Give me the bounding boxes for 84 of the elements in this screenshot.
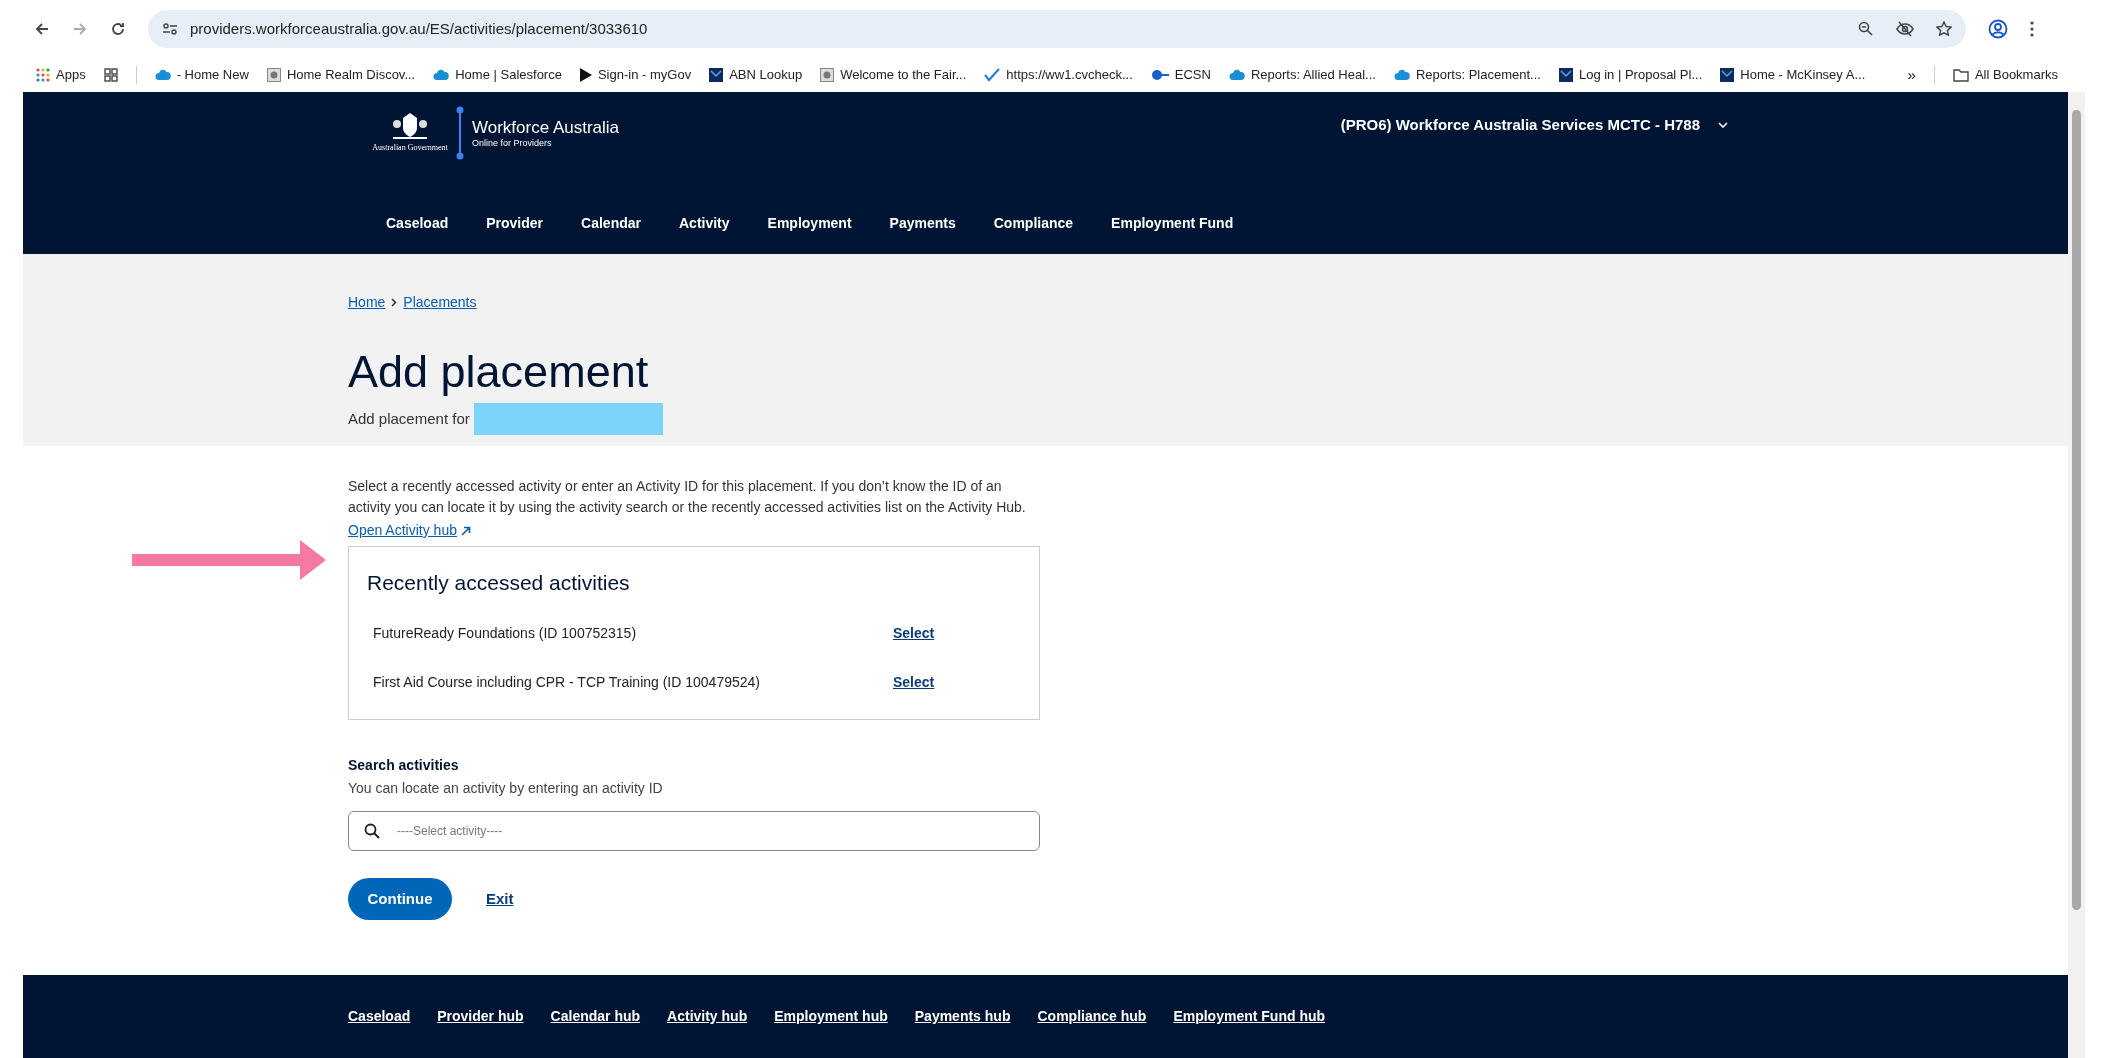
- bookmark[interactable]: https://ww1.cvcheck...: [984, 65, 1133, 85]
- cloud-icon: [154, 69, 171, 81]
- dot-icon: [1150, 69, 1169, 81]
- bookmark[interactable]: Reports: Allied Heal...: [1228, 65, 1376, 85]
- cloud-icon: [433, 69, 450, 81]
- bookmark[interactable]: Reports: Placement...: [1393, 65, 1541, 85]
- footer-link[interactable]: Employment hub: [774, 1006, 888, 1027]
- bookmark[interactable]: Welcome to the Fair...: [820, 65, 967, 85]
- footer-link[interactable]: Activity hub: [667, 1006, 748, 1027]
- bookmark[interactable]: Log in | Proposal Pl...: [1558, 65, 1703, 85]
- play-icon: [579, 68, 592, 82]
- site-settings-icon[interactable]: [162, 22, 178, 36]
- bookmarks-overflow-button[interactable]: »: [1907, 63, 1916, 87]
- folder-icon: [1952, 68, 1969, 82]
- back-icon[interactable]: [34, 21, 50, 37]
- cloud-icon: [1228, 69, 1245, 81]
- breadcrumb-link[interactable]: Placements: [403, 292, 477, 313]
- chevron-down-icon: [1718, 122, 1728, 129]
- intro-paragraph: Select a recently accessed activity or enter an Activity ID for this placement. If you don’t know the ID of an activity you can locate it by using the activity search or the recently accessed activities list on the Activity Hub.: [348, 477, 1027, 517]
- search-icon: [364, 823, 380, 839]
- all-bookmarks-link[interactable]: All Bookmarks: [1952, 65, 2058, 85]
- activity-hub-link[interactable]: Open Activity hub: [348, 520, 471, 541]
- bookmark[interactable]: Home | Salesforce: [433, 65, 562, 85]
- tile-icon: [709, 68, 724, 82]
- nav-link[interactable]: Caseload: [368, 212, 467, 234]
- apps-grid-icon: [36, 68, 50, 82]
- tab-groups-icon[interactable]: [103, 68, 118, 82]
- nav-link[interactable]: Payments: [871, 212, 974, 234]
- check-icon: [984, 68, 1001, 82]
- scrollbar[interactable]: [2068, 92, 2085, 1058]
- continue-button[interactable]: Continue: [348, 878, 452, 920]
- divider-line-icon: [456, 106, 464, 160]
- address-bar[interactable]: providers.workforceaustralia.gov.au/ES/activities/placement/3033610: [148, 10, 1966, 48]
- nav-link[interactable]: Employment: [749, 212, 870, 234]
- nav-link[interactable]: Activity: [661, 212, 748, 234]
- chevron-right-icon: [391, 298, 398, 307]
- bookmark[interactable]: ECSN: [1150, 65, 1211, 85]
- nav-link[interactable]: Provider: [468, 212, 562, 234]
- select-link[interactable]: Select: [893, 622, 935, 644]
- bookmark[interactable]: Home Realm Discov...: [266, 65, 416, 85]
- select-link[interactable]: Select: [893, 671, 935, 693]
- bookmark[interactable]: Sign-in - myGov: [579, 65, 692, 85]
- page-subtitle: Add placement for: [348, 408, 470, 429]
- footer-link[interactable]: Employment Fund hub: [1173, 1006, 1326, 1027]
- page-title: Add placement: [348, 345, 650, 399]
- zoom-icon[interactable]: [1858, 21, 1874, 37]
- cloud-icon: [1393, 69, 1410, 81]
- page-icon: [266, 68, 281, 82]
- tile-icon: [1558, 68, 1573, 82]
- footer-link[interactable]: Compliance hub: [1037, 1006, 1147, 1027]
- bookmark[interactable]: Home - McKinsey A...: [1720, 65, 1866, 85]
- address-text: providers.workforceaustralia.gov.au/ES/activities/placement/3033610: [190, 18, 648, 39]
- activity-name: FutureReady Foundations (ID 100752315): [373, 623, 638, 643]
- footer-link[interactable]: Payments hub: [914, 1006, 1011, 1027]
- page-icon: [820, 68, 835, 82]
- profile-icon[interactable]: [1988, 19, 2008, 39]
- government-label: Australian Government: [372, 142, 448, 154]
- external-link-icon: [460, 525, 471, 536]
- apps-shortcut[interactable]: Apps: [36, 65, 86, 85]
- bookmark[interactable]: - Home New: [154, 65, 249, 85]
- footer-link[interactable]: Provider hub: [437, 1006, 524, 1027]
- scrollbar-thumb[interactable]: [2072, 110, 2081, 910]
- nav-link[interactable]: Employment Fund: [1093, 212, 1252, 234]
- crest-icon: [391, 112, 429, 142]
- reload-icon[interactable]: [110, 21, 126, 37]
- footer-link[interactable]: Calendar hub: [550, 1006, 641, 1027]
- brand-name: Workforce Australia: [472, 118, 620, 138]
- tile-icon: [1720, 68, 1735, 82]
- search-label: Search activities: [348, 756, 460, 775]
- search-hint: You can locate an activity by entering an activity ID: [348, 779, 664, 798]
- bookmark[interactable]: ABN Lookup: [709, 65, 803, 85]
- brand-tagline: Online for Providers: [472, 138, 553, 148]
- organisation-selector[interactable]: (PRO6) Workforce Australia Services MCTC - H788: [1340, 114, 1728, 137]
- breadcrumb-link[interactable]: Home: [348, 292, 386, 313]
- eye-slash-icon[interactable]: [1896, 21, 1914, 37]
- card-title: Recently accessed activities: [367, 570, 631, 596]
- activity-search-field[interactable]: ----Select activity----: [348, 811, 1040, 851]
- activity-name: First Aid Course including CPR - TCP Training (ID 100479524): [373, 672, 761, 692]
- star-icon[interactable]: [1936, 21, 1952, 37]
- footer-link[interactable]: Caseload: [348, 1006, 411, 1027]
- nav-link[interactable]: Compliance: [975, 212, 1092, 234]
- menu-icon[interactable]: [2030, 21, 2034, 37]
- exit-link[interactable]: Exit: [486, 887, 514, 911]
- nav-link[interactable]: Calendar: [563, 212, 659, 234]
